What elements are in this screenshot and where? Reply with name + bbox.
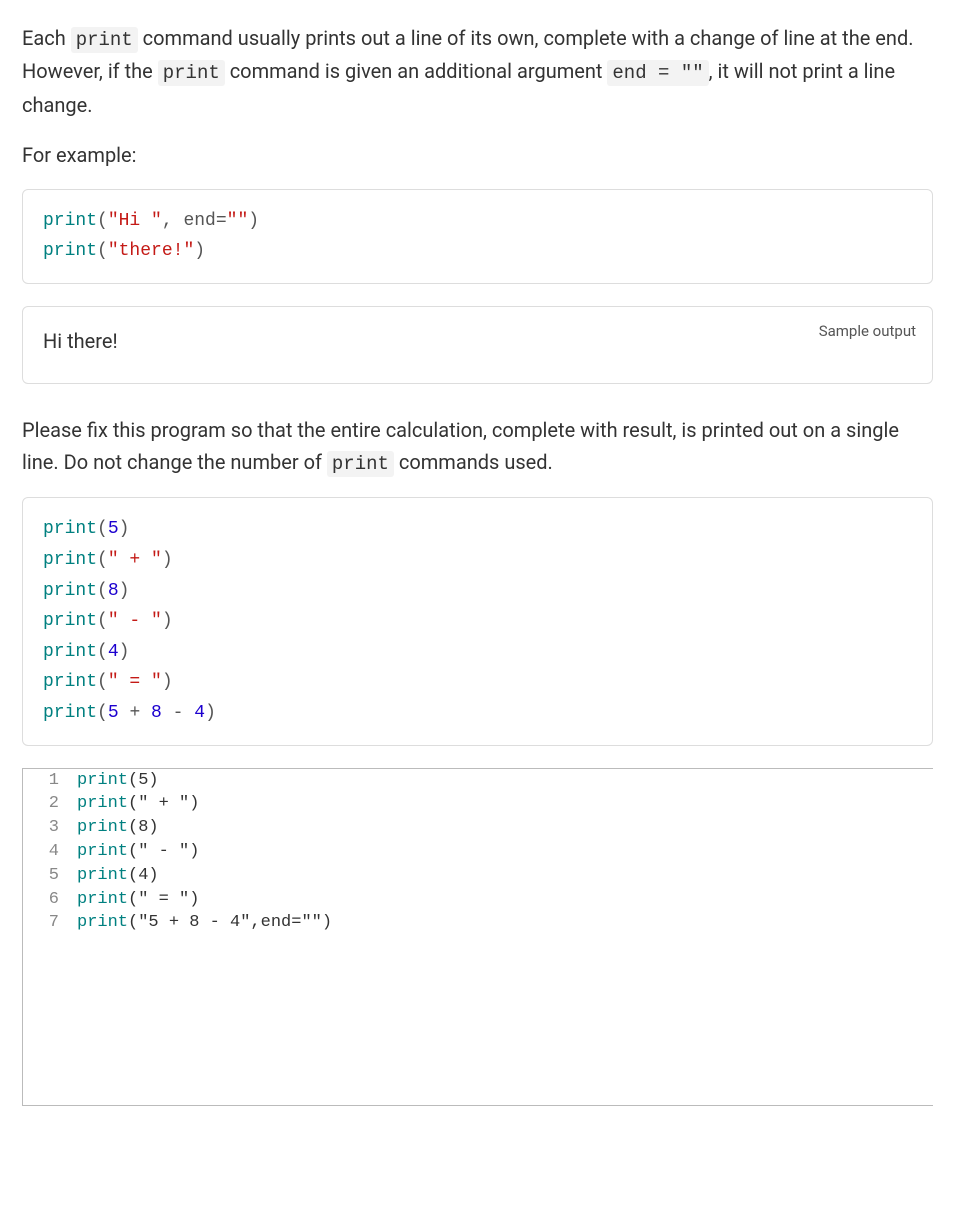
- code-paren: (: [97, 703, 108, 723]
- code-number: 4: [194, 703, 205, 723]
- code-paren: (: [97, 611, 108, 631]
- code-string: "there!": [108, 241, 194, 261]
- inline-code-print-3: print: [327, 451, 394, 477]
- task-paragraph: Please fix this program so that the enti…: [22, 414, 933, 479]
- editor-code[interactable]: print(" - "): [71, 840, 933, 864]
- editor-line[interactable]: 7 print("5 + 8 - 4",end=""): [23, 911, 933, 935]
- code-rest: (" - "): [128, 842, 199, 861]
- code-string: " - ": [108, 611, 162, 631]
- line-number: 6: [23, 888, 71, 912]
- code-paren: (: [97, 581, 108, 601]
- line-number: 3: [23, 816, 71, 840]
- code-rest: ("5 + 8 - 4",end=""): [128, 913, 332, 932]
- code-paren: ): [194, 241, 205, 261]
- inline-code-end-arg: end = "": [607, 60, 708, 86]
- editor-code[interactable]: print(" + "): [71, 792, 933, 816]
- editor-code[interactable]: print("5 + 8 - 4",end=""): [71, 911, 933, 935]
- code-keyword: print: [77, 818, 128, 837]
- line-number: 5: [23, 864, 71, 888]
- editor-line[interactable]: 6 print(" = "): [23, 888, 933, 912]
- code-rest: (8): [128, 818, 159, 837]
- code-keyword: print: [43, 519, 97, 539]
- editor-line[interactable]: 1 print(5): [23, 769, 933, 793]
- code-string: "": [227, 211, 249, 231]
- code-number: 8: [151, 703, 162, 723]
- code-rest: (5): [128, 771, 159, 790]
- code-paren: ): [119, 581, 130, 601]
- code-keyword: print: [77, 771, 128, 790]
- code-paren: (: [97, 672, 108, 692]
- code-keyword: print: [43, 672, 97, 692]
- editor-empty-area[interactable]: [23, 935, 933, 1105]
- code-rest: (4): [128, 866, 159, 885]
- code-op: +: [119, 703, 151, 723]
- code-keyword: print: [43, 703, 97, 723]
- code-keyword: print: [77, 866, 128, 885]
- code-paren: ): [205, 703, 216, 723]
- task-text-2: commands used.: [394, 450, 553, 474]
- code-number: 5: [108, 519, 119, 539]
- code-comma: ,: [162, 211, 184, 231]
- code-number: 8: [108, 581, 119, 601]
- code-paren: (: [97, 241, 108, 261]
- code-keyword: print: [43, 211, 97, 231]
- code-keyword: print: [77, 842, 128, 861]
- code-paren: ): [162, 672, 173, 692]
- for-example-label: For example:: [22, 139, 933, 171]
- sample-output-text: Hi there!: [43, 325, 912, 357]
- code-paren: (: [97, 642, 108, 662]
- example-code-block: print("Hi ", end="") print("there!"): [22, 189, 933, 284]
- code-keyword: print: [43, 611, 97, 631]
- code-paren: (: [97, 211, 108, 231]
- code-paren: ): [119, 519, 130, 539]
- code-string: " + ": [108, 550, 162, 570]
- intro-text-3: command is given an additional argument: [225, 59, 608, 83]
- editor-code[interactable]: print(4): [71, 864, 933, 888]
- code-string: " = ": [108, 672, 162, 692]
- code-paren: ): [162, 611, 173, 631]
- line-number: 7: [23, 911, 71, 935]
- code-keyword: print: [77, 890, 128, 909]
- code-keyword: print: [43, 642, 97, 662]
- code-paren: (: [97, 550, 108, 570]
- code-paren: ): [119, 642, 130, 662]
- editor-code[interactable]: print(5): [71, 769, 933, 793]
- code-keyword: print: [43, 241, 97, 261]
- editor-code[interactable]: print(" = "): [71, 888, 933, 912]
- code-string: "Hi ": [108, 211, 162, 231]
- line-number: 4: [23, 840, 71, 864]
- sample-output-label: Sample output: [819, 319, 916, 343]
- code-paren: ): [248, 211, 259, 231]
- editor-line[interactable]: 3 print(8): [23, 816, 933, 840]
- code-paren: (: [97, 519, 108, 539]
- inline-code-print-1: print: [71, 27, 138, 53]
- editor-line[interactable]: 5 print(4): [23, 864, 933, 888]
- editor-code[interactable]: print(8): [71, 816, 933, 840]
- code-keyword: print: [77, 794, 128, 813]
- code-paren: ): [162, 550, 173, 570]
- code-rest: (" + "): [128, 794, 199, 813]
- task-code-block: print(5) print(" + ") print(8) print(" -…: [22, 497, 933, 745]
- code-keyword: print: [43, 581, 97, 601]
- code-eq: =: [216, 211, 227, 231]
- code-number: 4: [108, 642, 119, 662]
- sample-output-block: Sample output Hi there!: [22, 306, 933, 384]
- line-number: 2: [23, 792, 71, 816]
- code-arg: end: [183, 211, 215, 231]
- code-editor[interactable]: 1 print(5) 2 print(" + ") 3 print(8) 4 p…: [22, 768, 933, 1107]
- intro-paragraph: Each print command usually prints out a …: [22, 22, 933, 121]
- intro-text-1: Each: [22, 26, 71, 50]
- line-number: 1: [23, 769, 71, 793]
- editor-line[interactable]: 4 print(" - "): [23, 840, 933, 864]
- inline-code-print-2: print: [158, 60, 225, 86]
- code-keyword: print: [77, 913, 128, 932]
- code-op: -: [162, 703, 194, 723]
- editor-line[interactable]: 2 print(" + "): [23, 792, 933, 816]
- code-keyword: print: [43, 550, 97, 570]
- code-rest: (" = "): [128, 890, 199, 909]
- code-number: 5: [108, 703, 119, 723]
